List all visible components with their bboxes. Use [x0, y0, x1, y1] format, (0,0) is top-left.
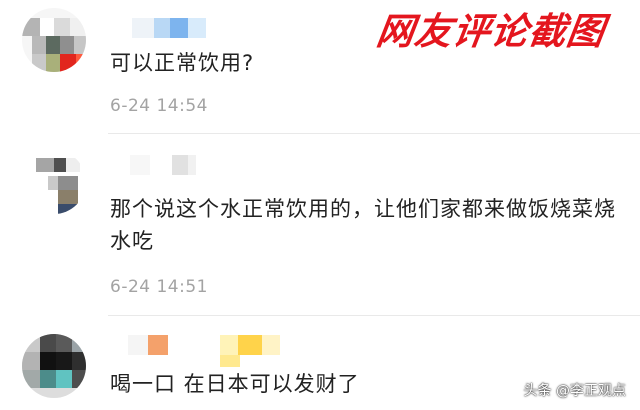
username-mosaic[interactable]	[110, 18, 206, 38]
comment-time: 6-24 14:54	[110, 96, 208, 116]
username-mosaic[interactable]	[110, 335, 280, 355]
comment-divider	[108, 133, 640, 134]
user-avatar[interactable]	[22, 8, 86, 72]
user-avatar[interactable]	[22, 150, 86, 214]
watermark: 头条 @李正观点	[523, 383, 626, 399]
comment-text: 那个说这个水正常饮用的，让他们家都来做饭烧菜烧水吃	[110, 197, 616, 253]
comment-divider	[108, 315, 640, 316]
user-avatar[interactable]	[22, 334, 86, 398]
comment-time: 6-24 14:51	[110, 277, 208, 297]
username-mosaic[interactable]	[110, 155, 196, 175]
comment-text: 可以正常饮用?	[110, 51, 255, 75]
